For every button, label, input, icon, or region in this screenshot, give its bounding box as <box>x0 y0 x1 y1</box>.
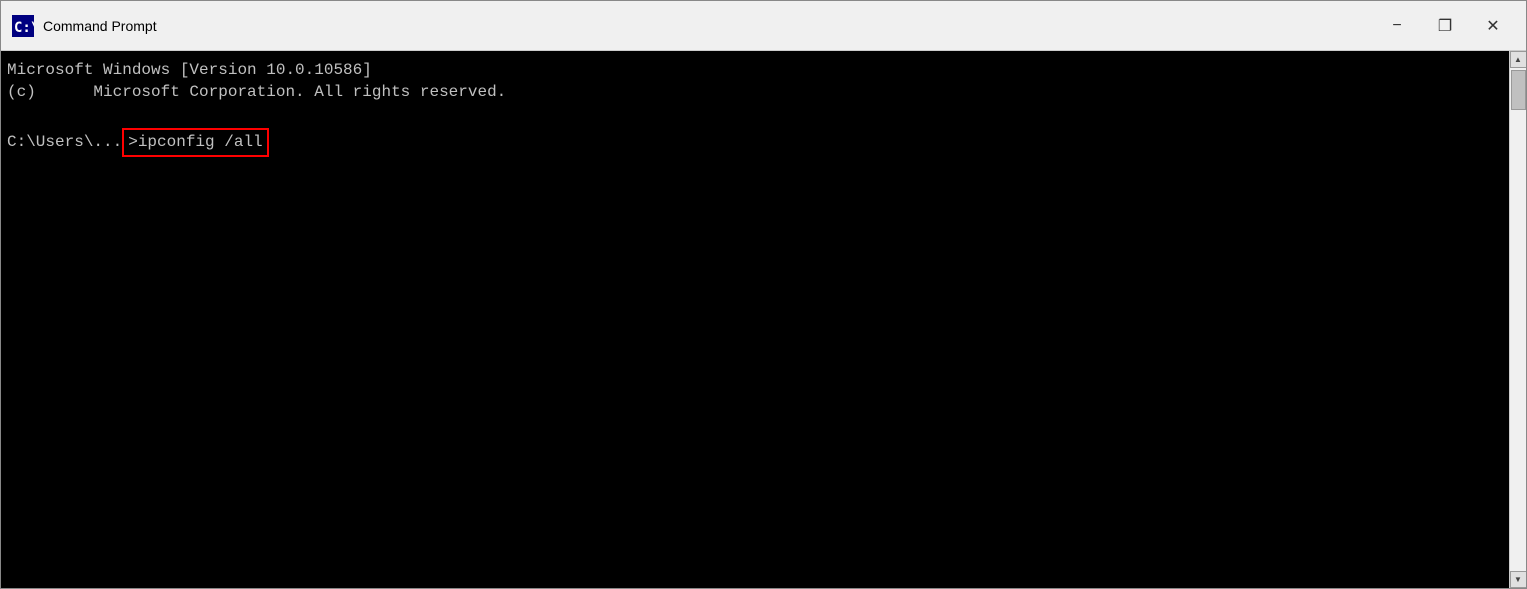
maximize-button[interactable]: ❐ <box>1422 9 1468 43</box>
terminal-line-2: (c) Microsoft Corporation. All rights re… <box>7 81 1503 103</box>
svg-text:C:\: C:\ <box>14 20 34 36</box>
window-controls: − ❐ ✕ <box>1374 9 1516 43</box>
command-line: C:\Users\... >ipconfig /all <box>7 128 1503 156</box>
scrollbar-track[interactable] <box>1510 68 1526 571</box>
terminal-line-1: Microsoft Windows [Version 10.0.10586] <box>7 59 1503 81</box>
cmd-icon: C:\ <box>11 14 35 38</box>
scroll-down-arrow[interactable]: ▼ <box>1510 571 1527 588</box>
terminal-body[interactable]: Microsoft Windows [Version 10.0.10586] (… <box>1 51 1526 588</box>
window-title: Command Prompt <box>43 18 1374 34</box>
terminal-content[interactable]: Microsoft Windows [Version 10.0.10586] (… <box>1 51 1509 588</box>
titlebar: C:\ Command Prompt − ❐ ✕ <box>1 1 1526 51</box>
scrollbar-thumb[interactable] <box>1511 70 1526 110</box>
terminal-line-3 <box>7 104 1503 126</box>
scroll-up-arrow[interactable]: ▲ <box>1510 51 1527 68</box>
minimize-button[interactable]: − <box>1374 9 1420 43</box>
prompt-prefix: C:\Users\... <box>7 131 122 153</box>
command-text: >ipconfig /all <box>122 128 268 156</box>
command-prompt-window: C:\ Command Prompt − ❐ ✕ Microsoft Windo… <box>0 0 1527 589</box>
close-button[interactable]: ✕ <box>1470 9 1516 43</box>
scrollbar[interactable]: ▲ ▼ <box>1509 51 1526 588</box>
